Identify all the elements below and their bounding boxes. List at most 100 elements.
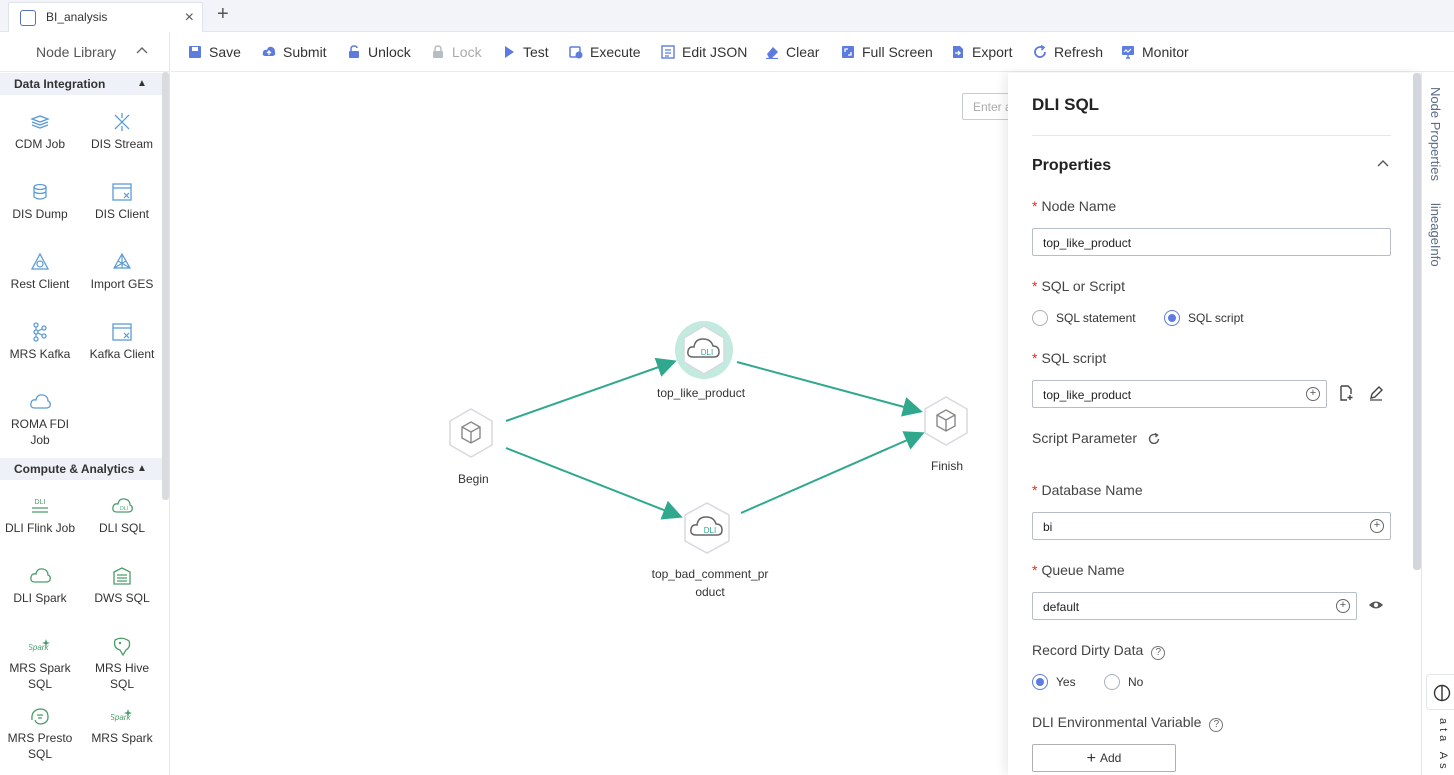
full-screen-button[interactable]: Full Screen [841, 44, 933, 60]
library-node-mrs-hive-sql[interactable]: MRS Hive SQL [82, 636, 162, 692]
monitor-icon [1122, 46, 1134, 59]
library-node-mrs-spark-sql[interactable]: Spark MRS Spark SQL [0, 636, 80, 692]
add-circle-icon[interactable]: + [1370, 519, 1384, 533]
library-node-label: DLI Spark [13, 591, 67, 605]
dws-icon [113, 567, 131, 585]
queue-name-label: * Queue Name [1032, 562, 1125, 578]
edit-json-icon [661, 45, 675, 59]
library-node-dis-client[interactable]: DIS Client [82, 182, 162, 222]
database-name-input[interactable]: bi + [1032, 512, 1391, 540]
play-icon [505, 46, 514, 58]
hexagon-node-icon [924, 396, 968, 446]
add-tab-icon[interactable]: + [217, 3, 229, 26]
refresh-button[interactable]: Refresh [1033, 44, 1103, 60]
eraser-icon [766, 47, 778, 59]
collapse-section-icon[interactable] [1376, 155, 1390, 171]
edge-like-finish [736, 361, 923, 417]
library-node-mrs-spark[interactable]: Spark MRS Spark [82, 706, 162, 746]
tab-lineage-info[interactable]: lineageInfo [1428, 203, 1443, 267]
category-label: Data Integration [14, 77, 106, 91]
help-icon[interactable]: ? [1209, 718, 1224, 732]
workflow-canvas[interactable]: Begin DLI top_like_product DLI top_bad_c… [171, 73, 1009, 775]
edge-begin-bad [505, 447, 683, 520]
library-node-roma-fdi-job[interactable]: ROMA FDI Job [0, 392, 80, 448]
sql-script-input[interactable]: top_like_product + [1032, 380, 1327, 408]
cloud-icon [30, 568, 51, 583]
library-node-label: Kafka Client [89, 347, 155, 361]
radio-dirty-yes[interactable]: Yes [1032, 674, 1076, 690]
help-icon[interactable]: ? [1151, 646, 1166, 660]
new-script-icon[interactable] [1338, 385, 1354, 401]
library-node-label: MRS Presto SQL [7, 731, 73, 761]
sql-or-script-label: * SQL or Script [1032, 278, 1125, 294]
sql-script-value: top_like_product [1043, 388, 1132, 402]
library-node-dws-sql[interactable]: DWS SQL [82, 566, 162, 606]
clear-button[interactable]: Clear [765, 44, 819, 60]
right-side-tabs: Node Properties lineageInfo [1421, 73, 1454, 775]
data-assistant-label: ata As [1437, 718, 1449, 773]
queue-name-input[interactable]: default + [1032, 592, 1357, 620]
radio-sql-script[interactable]: SQL script [1164, 310, 1244, 326]
library-node-dis-stream[interactable]: DIS Stream [82, 112, 162, 152]
toolbar-label: Full Screen [862, 44, 933, 60]
library-node-cdm-job[interactable]: CDM Job [0, 112, 80, 152]
library-node-dli-spark[interactable]: DLI Spark [0, 566, 80, 606]
toolbar-label: Monitor [1142, 44, 1189, 60]
save-icon [189, 46, 201, 58]
edge-bad-finish [740, 431, 925, 514]
library-node-label: DLI SQL [98, 521, 146, 535]
svg-text:DLI: DLI [35, 499, 46, 506]
edit-json-button[interactable]: Edit JSON [661, 44, 747, 60]
test-button[interactable]: Test [502, 44, 549, 60]
plus-icon: + [1086, 750, 1096, 767]
execute-button[interactable]: Execute [569, 44, 641, 60]
library-node-import-ges[interactable]: Import GES [82, 252, 162, 292]
refresh-icon[interactable] [1147, 432, 1161, 446]
node-library: Node Library Data Integration ▲ CDM Job D… [0, 32, 170, 775]
divider [1032, 135, 1391, 136]
toolbar-label: Save [209, 44, 241, 60]
category-data-integration[interactable]: Data Integration ▲ [0, 73, 162, 95]
add-circle-icon[interactable]: + [1306, 387, 1320, 401]
node-name-input[interactable]: top_like_product [1032, 228, 1391, 256]
library-node-dli-sql[interactable]: DLI DLI SQL [82, 496, 162, 536]
export-icon [953, 46, 963, 58]
save-button[interactable]: Save [188, 44, 241, 60]
eye-icon[interactable] [1368, 599, 1384, 611]
close-tab-icon[interactable]: × [185, 9, 194, 27]
tab-node-properties[interactable]: Node Properties [1428, 87, 1443, 181]
node-label: top_bad_comment_pr oduct [651, 567, 769, 599]
triangle-node-icon [30, 252, 50, 270]
collapse-arrow-icon: ▲ [137, 78, 147, 89]
export-button[interactable]: Export [951, 44, 1012, 60]
submit-button[interactable]: Submit [262, 44, 327, 60]
library-node-kafka-client[interactable]: Kafka Client [82, 322, 162, 362]
library-node-label: ROMA FDI Job [10, 417, 69, 447]
radio-dirty-no[interactable]: No [1104, 674, 1143, 690]
library-node-label: MRS Spark SQL [9, 661, 71, 691]
collapse-library-icon[interactable] [135, 42, 149, 58]
properties-scrollbar[interactable] [1413, 73, 1421, 570]
library-node-dis-dump[interactable]: DIS Dump [0, 182, 80, 222]
add-circle-icon[interactable]: + [1336, 599, 1350, 613]
add-env-variable-button[interactable]: + Add [1032, 744, 1176, 772]
monitor-button[interactable]: Monitor [1121, 44, 1189, 60]
edit-icon[interactable] [1368, 385, 1384, 401]
library-node-label: MRS Spark [91, 731, 153, 745]
upload-icon [262, 46, 276, 56]
section-title: Properties [1032, 157, 1112, 174]
radio-sql-statement[interactable]: SQL statement [1032, 310, 1136, 326]
node-name-label: * Node Name [1032, 198, 1117, 214]
node-label: top_like_product [657, 386, 746, 400]
unlock-button[interactable]: Unlock [347, 44, 411, 60]
lock-button[interactable]: Lock [431, 44, 482, 60]
library-node-rest-client[interactable]: Rest Client [0, 252, 80, 292]
tab-bi-analysis[interactable]: BI_analysis × [8, 2, 203, 32]
library-node-mrs-kafka[interactable]: MRS Kafka [0, 322, 80, 362]
library-node-mrs-presto-sql[interactable]: MRS Presto SQL [0, 706, 80, 762]
category-compute-analytics[interactable]: Compute & Analytics ▲ [0, 458, 162, 480]
library-node-dli-flink-job[interactable]: DLI DLI Flink Job [0, 496, 80, 536]
assistant-button[interactable] [1426, 674, 1454, 710]
hexagon-node-icon [449, 408, 493, 458]
library-scrollbar[interactable] [162, 72, 169, 500]
